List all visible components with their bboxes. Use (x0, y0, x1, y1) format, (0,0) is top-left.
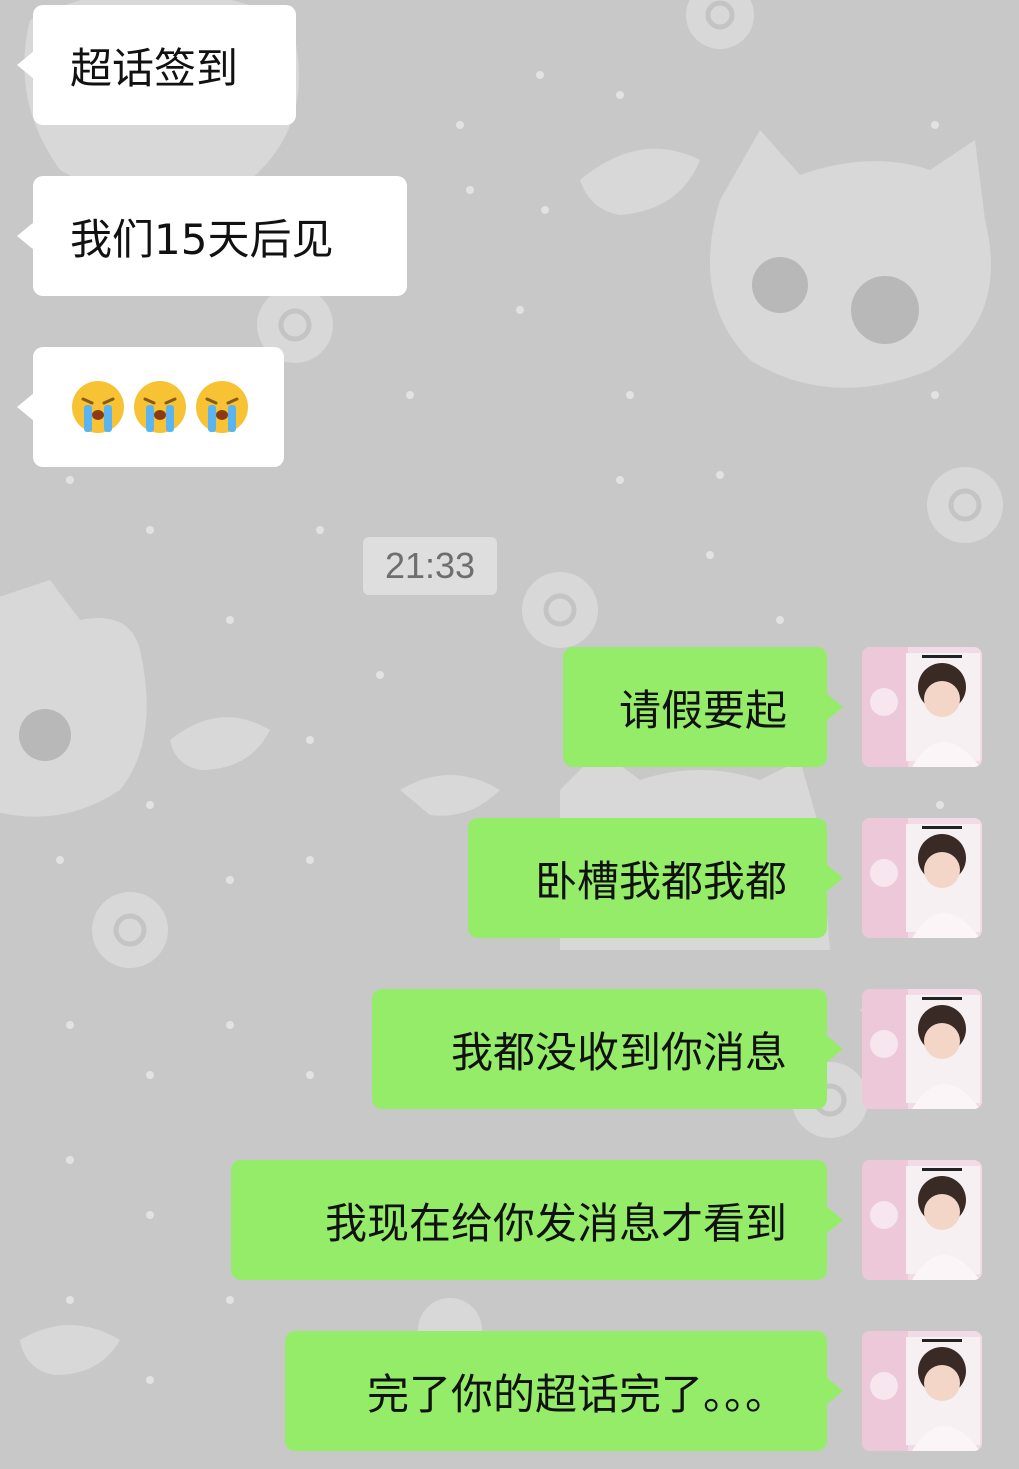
bubble-tail (17, 222, 34, 250)
bubble-tail (17, 393, 34, 421)
message-text: 请假要起 (618, 685, 787, 735)
crying-face-icon (72, 381, 124, 433)
crying-face-icon (196, 381, 248, 433)
message-text: 完了你的超话完了。。。 (366, 1369, 787, 1419)
message-timestamp: 21:33 (363, 537, 497, 595)
avatar-image-icon (862, 989, 982, 1109)
message-text: 卧槽我都我都 (534, 856, 787, 906)
outgoing-message-bubble[interactable]: 请假要起 (563, 647, 843, 767)
bubble-tail (826, 1377, 843, 1405)
message-text: 超话签到 (70, 43, 239, 93)
outgoing-message-bubble[interactable]: 我都没收到你消息 (372, 989, 843, 1109)
outgoing-message-bubble[interactable]: 我现在给你发消息才看到 (231, 1160, 843, 1280)
bubble-tail (826, 1206, 843, 1234)
bubble-tail (826, 693, 843, 721)
message-text: 我都没收到你消息 (450, 1027, 787, 1077)
crying-face-icon (134, 381, 186, 433)
user-avatar[interactable] (862, 989, 982, 1109)
user-avatar[interactable] (862, 818, 982, 938)
incoming-emoji-bubble[interactable] (17, 347, 284, 467)
incoming-message-bubble[interactable]: 超话签到 (17, 5, 296, 125)
incoming-message-bubble[interactable]: 我们15天后见 (17, 176, 407, 296)
user-avatar[interactable] (862, 647, 982, 767)
avatar-image-icon (862, 647, 982, 767)
user-avatar[interactable] (862, 1160, 982, 1280)
user-avatar[interactable] (862, 1331, 982, 1451)
outgoing-message-bubble[interactable]: 卧槽我都我都 (468, 818, 843, 938)
avatar-image-icon (862, 1160, 982, 1280)
bubble-tail (17, 51, 34, 79)
bubble-tail (826, 1035, 843, 1063)
message-text: 我们15天后见 (70, 214, 334, 264)
avatar-image-icon (862, 818, 982, 938)
message-text: 我现在给你发消息才看到 (324, 1198, 787, 1248)
outgoing-message-bubble[interactable]: 完了你的超话完了。。。 (285, 1331, 843, 1451)
avatar-image-icon (862, 1331, 982, 1451)
bubble-tail (826, 864, 843, 892)
